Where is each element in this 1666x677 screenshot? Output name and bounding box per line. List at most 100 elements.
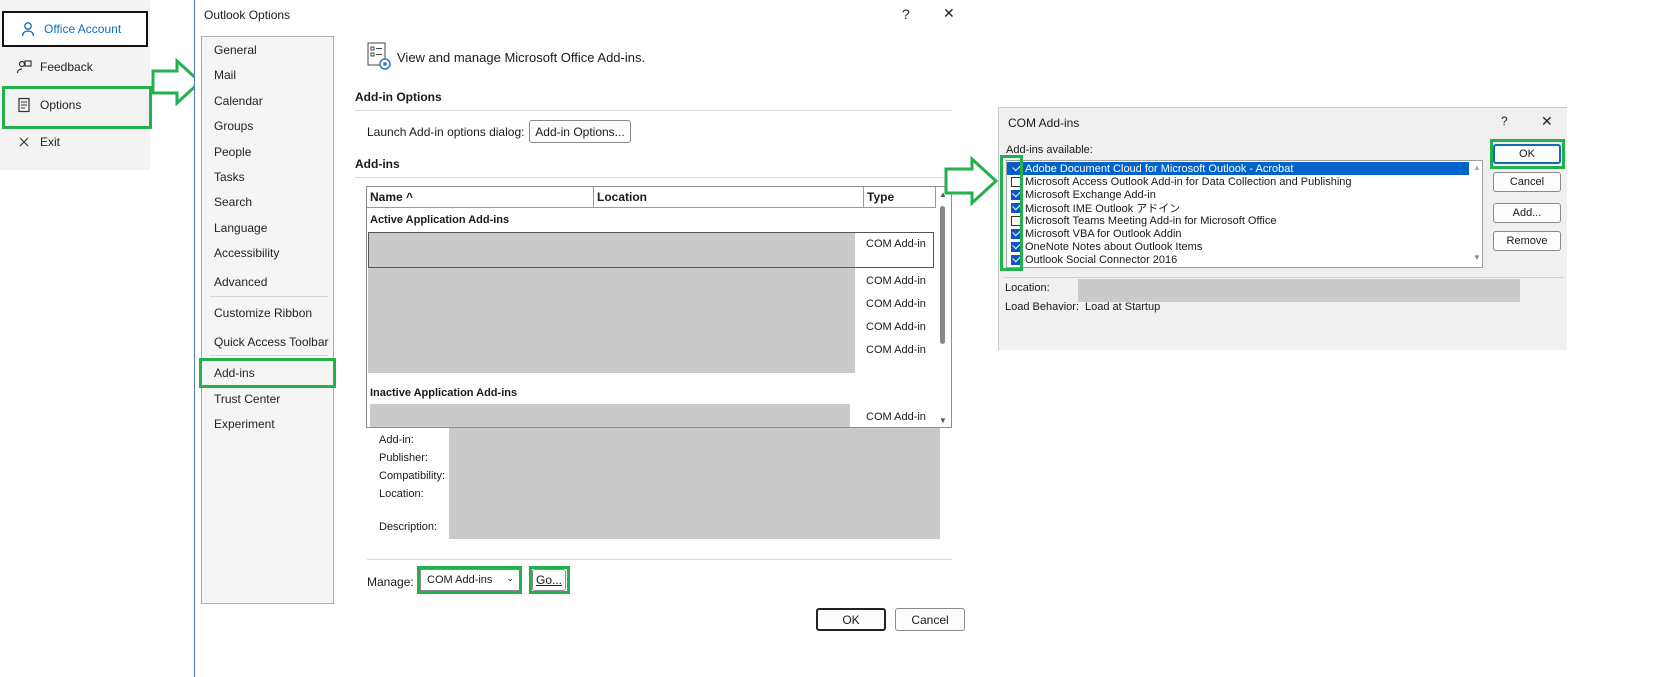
type-cell: COM Add-in xyxy=(866,275,926,287)
chevron-down-icon: ⌄ xyxy=(506,573,514,583)
nav-trust-center[interactable]: Trust Center xyxy=(214,392,280,406)
manage-select[interactable]: COM Add-ins ⌄ xyxy=(420,569,520,591)
list-item-label: OneNote Notes about Outlook Items xyxy=(1025,240,1203,253)
detail-publisher-label: Publisher: xyxy=(379,452,428,464)
table-scrollbar[interactable]: ▲ ▼ xyxy=(937,190,949,426)
options-label: Options xyxy=(40,98,82,112)
addins-header-text: View and manage Microsoft Office Add-ins… xyxy=(397,50,646,65)
feedback-icon xyxy=(16,60,32,74)
exit-label: Exit xyxy=(40,135,61,149)
column-header-location[interactable]: Location xyxy=(594,187,864,208)
scroll-up-icon[interactable]: ▲ xyxy=(1473,163,1481,172)
divider xyxy=(1004,277,1564,278)
office-account-item[interactable]: Office Account xyxy=(2,11,148,47)
close-button[interactable]: ✕ xyxy=(943,5,955,22)
active-group-label: Active Application Add-ins xyxy=(370,214,510,226)
type-cell: COM Add-in xyxy=(866,238,926,250)
list-item[interactable]: Microsoft IME Outlook アドイン xyxy=(1007,201,1469,215)
nav-customize-ribbon[interactable]: Customize Ribbon xyxy=(214,306,312,320)
list-item-label: Adobe Document Cloud for Microsoft Outlo… xyxy=(1025,162,1294,175)
scroll-thumb[interactable] xyxy=(940,206,945,344)
com-remove-button[interactable]: Remove xyxy=(1493,231,1561,251)
addins-heading: Add-ins xyxy=(355,157,400,171)
addin-options-heading: Add-in Options xyxy=(355,90,442,104)
scroll-down-icon[interactable]: ▼ xyxy=(1473,253,1481,262)
nav-add-ins[interactable]: Add-ins xyxy=(214,366,255,380)
checkbox[interactable] xyxy=(1011,228,1021,239)
list-item-label: Microsoft VBA for Outlook Addin xyxy=(1025,227,1182,240)
nav-quick-access-toolbar[interactable]: Quick Access Toolbar xyxy=(214,335,329,349)
detail-compatibility-label: Compatibility: xyxy=(379,470,446,482)
list-scrollbar[interactable]: ▲ ▼ xyxy=(1472,161,1482,267)
selected-row[interactable] xyxy=(368,232,934,268)
type-cell: COM Add-in xyxy=(866,298,926,310)
com-close-button[interactable]: ✕ xyxy=(1541,113,1553,130)
nav-groups[interactable]: Groups xyxy=(214,119,253,133)
addin-options-button[interactable]: Add-in Options... xyxy=(529,120,631,143)
load-behavior-label: Load Behavior: xyxy=(1005,301,1079,313)
column-header-type[interactable]: Type xyxy=(864,187,936,208)
options-icon xyxy=(18,97,30,113)
manage-select-value: COM Add-ins xyxy=(427,574,493,586)
detail-location-label: Location: xyxy=(379,488,424,500)
person-icon xyxy=(21,22,35,37)
com-add-button[interactable]: Add... xyxy=(1493,203,1561,223)
nav-calendar[interactable]: Calendar xyxy=(214,94,263,108)
nav-tasks[interactable]: Tasks xyxy=(214,170,245,184)
nav-language[interactable]: Language xyxy=(214,221,267,235)
options-nav: General Mail Calendar Groups People Task… xyxy=(201,36,334,604)
nav-people[interactable]: People xyxy=(214,145,251,159)
ok-button[interactable]: OK xyxy=(816,608,886,631)
load-behavior-value: Load at Startup xyxy=(1085,301,1161,313)
column-header-name[interactable]: Name ^ xyxy=(367,187,594,208)
nav-general[interactable]: General xyxy=(214,43,257,57)
checkbox[interactable] xyxy=(1011,215,1021,226)
com-cancel-button[interactable]: Cancel xyxy=(1493,172,1561,192)
cancel-button[interactable]: Cancel xyxy=(895,608,965,631)
scroll-down-icon[interactable]: ▼ xyxy=(939,416,947,425)
options-item[interactable]: Options xyxy=(0,88,150,122)
addins-table: Name ^ Location Type Active Application … xyxy=(366,186,952,428)
list-item[interactable]: Adobe Document Cloud for Microsoft Outlo… xyxy=(1007,162,1469,175)
divider xyxy=(355,177,952,178)
com-ok-button[interactable]: OK xyxy=(1493,144,1561,164)
checkbox[interactable] xyxy=(1011,241,1021,252)
outlook-options-dialog: Outlook Options ? ✕ General Mail Calenda… xyxy=(194,0,970,677)
list-item[interactable]: Outlook Social Connector 2016 xyxy=(1007,253,1469,266)
redacted-details xyxy=(449,428,940,539)
feedback-item[interactable]: Feedback xyxy=(0,50,150,84)
type-cell: COM Add-in xyxy=(866,321,926,333)
list-item[interactable]: Microsoft Teams Meeting Add-in for Micro… xyxy=(1007,214,1469,227)
list-item[interactable]: Microsoft Access Outlook Add-in for Data… xyxy=(1007,175,1469,188)
nav-search[interactable]: Search xyxy=(214,195,252,209)
nav-accessibility[interactable]: Accessibility xyxy=(214,246,279,260)
checkbox[interactable] xyxy=(1011,176,1021,187)
checkbox[interactable] xyxy=(1011,189,1021,200)
close-icon xyxy=(19,137,29,147)
list-item-label: Microsoft Teams Meeting Add-in for Micro… xyxy=(1025,214,1277,227)
dialog-title: Outlook Options xyxy=(204,8,291,22)
list-item[interactable]: OneNote Notes about Outlook Items xyxy=(1007,240,1469,253)
divider xyxy=(355,110,952,111)
feedback-label: Feedback xyxy=(40,60,93,74)
backstage-menu: Office Account Feedback Options Exit xyxy=(0,0,150,170)
go-button[interactable]: Go... xyxy=(532,569,566,591)
checkbox[interactable] xyxy=(1011,163,1021,174)
manage-label: Manage: xyxy=(367,575,414,589)
nav-experiment[interactable]: Experiment xyxy=(214,417,275,431)
inactive-group-label: Inactive Application Add-ins xyxy=(370,387,518,399)
checkbox[interactable] xyxy=(1011,202,1021,213)
divider xyxy=(367,559,952,560)
com-help-button[interactable]: ? xyxy=(1501,114,1508,128)
list-item-label: Microsoft Access Outlook Add-in for Data… xyxy=(1025,175,1352,188)
list-item[interactable]: Microsoft VBA for Outlook Addin xyxy=(1007,227,1469,240)
launch-label: Launch Add-in options dialog: xyxy=(367,125,525,139)
com-dialog-title: COM Add-ins xyxy=(1008,116,1080,130)
nav-mail[interactable]: Mail xyxy=(214,68,236,82)
available-label: Add-ins available: xyxy=(1006,144,1093,156)
exit-item[interactable]: Exit xyxy=(0,125,150,159)
checkbox[interactable] xyxy=(1011,254,1021,265)
arrow-right-icon xyxy=(944,156,999,206)
help-button[interactable]: ? xyxy=(902,6,910,22)
nav-advanced[interactable]: Advanced xyxy=(214,275,267,289)
